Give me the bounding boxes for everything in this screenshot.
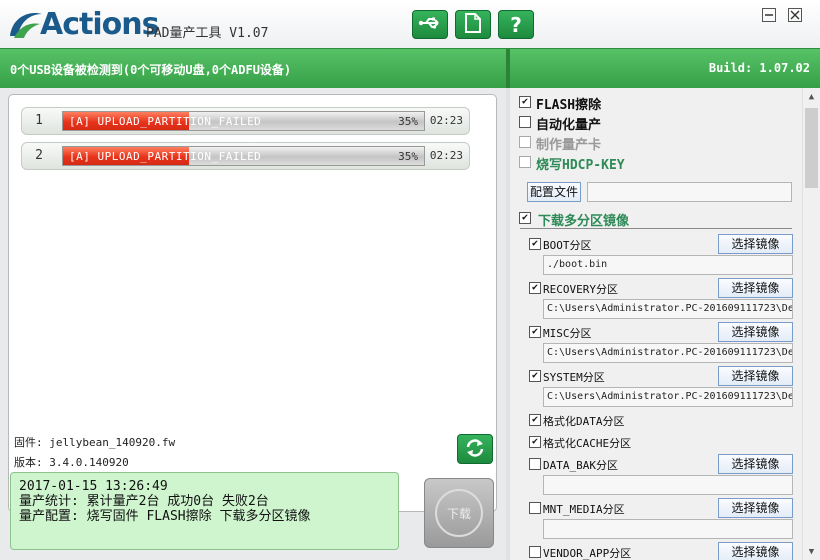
refresh-button[interactable]	[457, 434, 493, 464]
select-image-button[interactable]: 选择镜像	[718, 498, 793, 518]
stats-summary: 量产统计: 累计量产2台 成功0台 失败2台	[19, 494, 269, 509]
partition-label: 格式化CACHE分区	[543, 437, 632, 450]
help-button[interactable]: ?	[498, 10, 534, 39]
scroll-thumb[interactable]	[805, 108, 818, 188]
actions-logo: Actions	[6, 4, 159, 42]
device-row[interactable]: 1 [A] UPLOAD_PARTITION_FAILED 35% 02:23	[21, 107, 470, 135]
device-row[interactable]: 2 [A] UPLOAD_PARTITION_FAILED 35% 02:23	[21, 142, 470, 170]
close-icon	[788, 7, 802, 25]
device-progress-bar: [A] UPLOAD_PARTITION_FAILED 35%	[62, 146, 425, 166]
partition-checkbox[interactable]: ✔	[529, 436, 541, 448]
select-image-button[interactable]: 选择镜像	[718, 366, 793, 386]
partition-label: BOOT分区	[543, 239, 592, 252]
device-detect-status: 0个USB设备被检测到(0个可移动U盘,0个ADFU设备)	[10, 63, 292, 77]
scroll-up-icon[interactable]: ▲	[803, 88, 820, 105]
download-button[interactable]: 下载	[424, 478, 494, 548]
partition-image-path[interactable]	[543, 475, 793, 495]
make-card-checkbox[interactable]	[519, 136, 531, 148]
partition-label: MNT_MEDIA分区	[543, 503, 625, 516]
logo-text: Actions	[40, 7, 159, 42]
scroll-down-icon[interactable]: ▼	[803, 543, 820, 560]
partition-image-path[interactable]	[543, 519, 793, 539]
stats-timestamp: 2017-01-15 13:26:49	[19, 479, 168, 494]
progress-percent: 35%	[398, 115, 418, 128]
device-index: 2	[35, 148, 43, 163]
download-button-label: 下载	[435, 489, 483, 537]
select-image-button[interactable]: 选择镜像	[718, 454, 793, 474]
partition-image-path[interactable]: C:\Users\Administrator.PC-201609111723\D…	[543, 387, 793, 407]
flash-erase-checkbox[interactable]: ✔	[519, 96, 531, 108]
partition-label: DATA_BAK分区	[543, 459, 618, 472]
make-card-label: 制作量产卡	[536, 138, 602, 153]
select-image-button[interactable]: 选择镜像	[718, 278, 793, 298]
options-scrollbar[interactable]: ▲ ▼	[802, 88, 820, 560]
partition-image-path[interactable]: C:\Users\Administrator.PC-201609111723\D…	[543, 299, 793, 319]
partition-image-path[interactable]: ./boot.bin	[543, 255, 793, 275]
build-version: Build: 1.07.02	[708, 61, 810, 75]
device-index: 1	[35, 113, 43, 128]
select-image-button[interactable]: 选择镜像	[718, 322, 793, 342]
multi-partition-label: 下载多分区镜像	[538, 214, 630, 229]
partition-label: MISC分区	[543, 327, 592, 340]
device-elapsed-time: 02:23	[429, 114, 463, 127]
usb-button[interactable]	[412, 10, 448, 39]
partition-checkbox[interactable]	[529, 458, 541, 470]
partition-checkbox[interactable]: ✔	[529, 370, 541, 382]
help-icon: ?	[510, 12, 522, 37]
partition-image-path[interactable]: C:\Users\Administrator.PC-201609111723\D…	[543, 343, 793, 363]
document-icon	[465, 13, 481, 36]
burn-hdcp-checkbox[interactable]	[519, 156, 531, 168]
close-button[interactable]	[787, 7, 803, 25]
document-button[interactable]	[455, 10, 491, 39]
options-pane: ✔ FLASH擦除 自动化量产 制作量产卡 烧写HDCP-KEY 配置文件 ✔ …	[510, 88, 802, 560]
app-title: PAD量产工具 V1.07	[146, 26, 269, 41]
firmware-label: 固件: jellybean_140920.fw	[14, 436, 176, 449]
burn-hdcp-label: 烧写HDCP-KEY	[536, 158, 625, 173]
flash-erase-label: FLASH擦除	[536, 98, 602, 113]
usb-icon	[418, 16, 442, 33]
partition-label: RECOVERY分区	[543, 283, 618, 296]
partition-checkbox[interactable]: ✔	[529, 282, 541, 294]
partition-checkbox[interactable]: ✔	[529, 414, 541, 426]
partition-label: 格式化DATA分区	[543, 415, 625, 428]
partition-checkbox[interactable]: ✔	[529, 238, 541, 250]
partition-checkbox[interactable]: ✔	[529, 326, 541, 338]
partition-checkbox[interactable]	[529, 546, 541, 558]
status-bar: 0个USB设备被检测到(0个可移动U盘,0个ADFU设备) Build: 1.0…	[0, 48, 820, 89]
device-status-text: [A] UPLOAD_PARTITION_FAILED	[69, 150, 262, 163]
left-pane: 1 [A] UPLOAD_PARTITION_FAILED 35% 02:23 …	[0, 88, 506, 560]
config-file-path[interactable]	[587, 182, 792, 202]
actions-logo-mark	[6, 8, 46, 42]
minimize-button[interactable]	[761, 7, 777, 25]
partition-label: SYSTEM分区	[543, 371, 605, 384]
device-status-text: [A] UPLOAD_PARTITION_FAILED	[69, 115, 262, 128]
stats-config: 量产配置: 烧写固件 FLASH擦除 下载多分区镜像	[19, 509, 311, 524]
multi-partition-checkbox[interactable]: ✔	[519, 212, 531, 224]
partition-label: VENDOR_APP分区	[543, 547, 632, 560]
status-bar-separator	[506, 49, 510, 89]
firmware-version: 版本: 3.4.0.140920	[14, 456, 129, 469]
production-stats-panel: 2017-01-15 13:26:49 量产统计: 累计量产2台 成功0台 失败…	[10, 472, 399, 550]
auto-produce-label: 自动化量产	[536, 118, 602, 133]
auto-produce-checkbox[interactable]	[519, 116, 531, 128]
progress-percent: 35%	[398, 150, 418, 163]
minimize-icon	[762, 7, 776, 25]
device-progress-bar: [A] UPLOAD_PARTITION_FAILED 35%	[62, 111, 425, 131]
refresh-icon	[464, 438, 486, 461]
section-divider	[520, 228, 792, 229]
select-image-button[interactable]: 选择镜像	[718, 234, 793, 254]
title-bar: Actions PAD量产工具 V1.07 ?	[0, 0, 820, 48]
partition-checkbox[interactable]	[529, 502, 541, 514]
device-elapsed-time: 02:23	[429, 149, 463, 162]
config-file-button[interactable]: 配置文件	[527, 182, 581, 202]
select-image-button[interactable]: 选择镜像	[718, 542, 793, 560]
